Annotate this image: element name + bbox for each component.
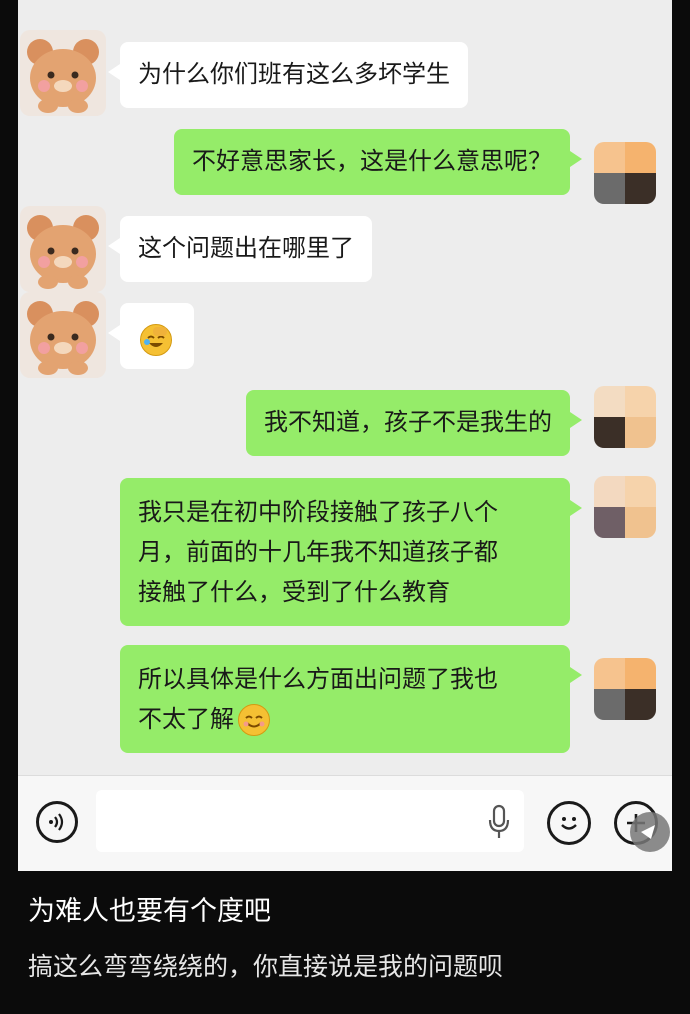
watermark-logo [630, 812, 670, 852]
message-bubble-outgoing[interactable]: 我只是在初中阶段接触了孩子八个 月，前面的十几年我不知道孩子都 接触了什么，受到… [120, 478, 582, 626]
voice-icon[interactable] [36, 801, 78, 843]
message-bubble-incoming[interactable]: 为什么你们班有这么多坏学生 [108, 42, 468, 108]
mic-icon[interactable] [486, 804, 512, 844]
message-bubble-incoming[interactable] [108, 303, 194, 369]
contact-avatar[interactable] [20, 292, 106, 378]
message-bubble-outgoing[interactable]: 我不知道，孩子不是我生的 [246, 390, 582, 456]
message-text: 这个问题出在哪里了 [138, 234, 354, 262]
input-bar [18, 775, 672, 871]
chat-area[interactable]: 为什么你们班有这么多坏学生 不好意思家长，这是什么意思呢？ 这个问题出在哪里了 [18, 0, 672, 775]
contact-avatar[interactable] [20, 206, 106, 292]
message-bubble-outgoing[interactable]: 不好意思家长，这是什么意思呢？ [174, 129, 582, 195]
caption-body: 搞这么弯弯绕绕的，你直接说是我的问题呗 [28, 952, 504, 981]
message-line-text: 不太了解 [138, 705, 234, 733]
message-line: 我只是在初中阶段接触了孩子八个 [138, 498, 498, 526]
message-bubble-incoming[interactable]: 这个问题出在哪里了 [108, 216, 372, 282]
user-avatar[interactable] [594, 142, 656, 204]
message-line: 月，前面的十几年我不知道孩子都 [138, 538, 498, 566]
facepalm-laugh-emoji [140, 324, 172, 356]
user-avatar[interactable] [594, 386, 656, 448]
user-avatar[interactable] [594, 476, 656, 538]
contact-avatar[interactable] [20, 30, 106, 116]
message-line: 所以具体是什么方面出问题了我也 [138, 665, 498, 693]
message-text: 我不知道，孩子不是我生的 [264, 408, 552, 436]
message-line: 不太了解 [138, 699, 552, 739]
message-bubble-outgoing[interactable]: 所以具体是什么方面出问题了我也 不太了解 [120, 645, 582, 753]
message-input[interactable] [96, 790, 524, 852]
smiley-icon[interactable] [547, 801, 591, 845]
message-line: 接触了什么，受到了什么教育 [138, 578, 450, 606]
user-avatar[interactable] [594, 658, 656, 720]
smile-emoji [238, 704, 270, 736]
message-text: 不好意思家长，这是什么意思呢？ [192, 147, 552, 175]
caption-title: 为难人也要有个度吧 [28, 896, 271, 927]
message-text: 为什么你们班有这么多坏学生 [138, 60, 450, 88]
